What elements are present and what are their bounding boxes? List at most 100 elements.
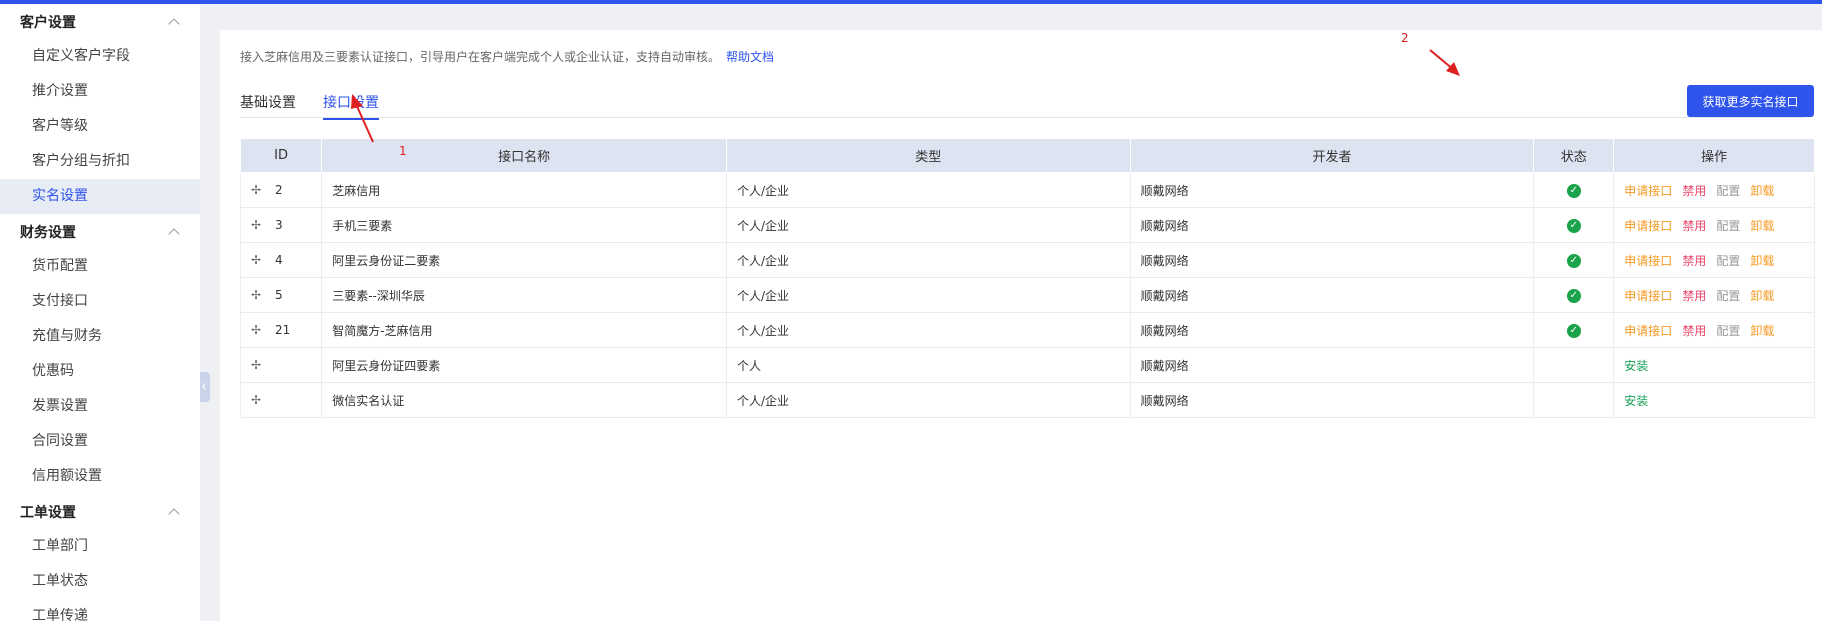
uninstall-link[interactable]: 卸载	[1750, 254, 1774, 268]
cell-developer: 顺戴网络	[1130, 207, 1535, 243]
cell-status	[1533, 382, 1615, 418]
drag-handle-icon[interactable]: ✢	[251, 253, 275, 267]
install-link[interactable]: 安装	[1624, 394, 1648, 408]
apply-interface-link[interactable]: 申请接口	[1624, 219, 1672, 233]
interface-table: ID 接口名称 类型 开发者 状态 操作 ✢ 2 芝麻信用 个人/企业 顺戴网络 ✓ 申请接…	[239, 138, 1815, 418]
drag-handle-icon[interactable]: ✢	[251, 183, 275, 197]
cell-name: 微信实名认证	[321, 382, 727, 418]
cell-name: 手机三要素	[321, 207, 727, 243]
apply-interface-link[interactable]: 申请接口	[1624, 254, 1672, 268]
sidebar-menu-item[interactable]: 货币配置	[0, 249, 200, 284]
sidebar-menu-item[interactable]: 发票设置	[0, 389, 200, 424]
col-header-developer: 开发者	[1129, 138, 1535, 173]
drag-handle-icon[interactable]: ✢	[251, 393, 275, 407]
disable-link[interactable]: 禁用	[1682, 289, 1706, 303]
disable-link[interactable]: 禁用	[1682, 184, 1706, 198]
sidebar-menu-item[interactable]: 合同设置	[0, 424, 200, 459]
config-link[interactable]: 配置	[1716, 184, 1740, 198]
cell-developer: 顺戴网络	[1130, 172, 1535, 208]
sidebar-group-title: 工单设置	[20, 504, 76, 521]
get-more-interfaces-button[interactable]: 获取更多实名接口	[1687, 85, 1814, 117]
uninstall-link[interactable]: 卸载	[1750, 184, 1774, 198]
table-header-row: ID 接口名称 类型 开发者 状态 操作	[239, 138, 1815, 173]
sidebar-group-header[interactable]: 财务设置	[0, 214, 200, 249]
disable-link[interactable]: 禁用	[1682, 254, 1706, 268]
cell-developer: 顺戴网络	[1130, 277, 1535, 313]
drag-handle-icon[interactable]: ✢	[251, 288, 275, 302]
sidebar-menu-item[interactable]: 客户分组与折扣	[0, 144, 200, 179]
sidebar-menu-item[interactable]: 充值与财务	[0, 319, 200, 354]
status-enabled-icon: ✓	[1566, 254, 1581, 268]
chevron-up-icon[interactable]	[168, 227, 180, 240]
page-description: 接入芝麻信用及三要素认证接口，引导用户在客户端完成个人或企业认证，支持自动审核。…	[240, 48, 774, 65]
cell-id: ✢ 2	[239, 172, 323, 208]
sidebar-menu-item[interactable]: 客户等级	[0, 109, 200, 144]
sidebar-group-header[interactable]: 工单设置	[0, 494, 200, 529]
config-link[interactable]: 配置	[1716, 219, 1740, 233]
sidebar-menu-item[interactable]: 工单部门	[0, 529, 200, 564]
config-link[interactable]: 配置	[1716, 324, 1740, 338]
cell-actions: 安装	[1613, 347, 1815, 383]
uninstall-link[interactable]: 卸载	[1750, 289, 1774, 303]
annotation-number-2: 2	[1401, 31, 1409, 45]
cell-type: 个人/企业	[726, 172, 1131, 208]
cell-developer: 顺戴网络	[1130, 312, 1535, 348]
row-id: 2	[275, 183, 283, 197]
apply-interface-link[interactable]: 申请接口	[1624, 184, 1672, 198]
sidebar-menu-item[interactable]: 推介设置	[0, 74, 200, 109]
chevron-up-icon[interactable]	[168, 17, 180, 30]
row-id: 3	[275, 218, 283, 232]
annotation-arrow-2	[1429, 49, 1460, 76]
config-link[interactable]: 配置	[1716, 254, 1740, 268]
chevron-up-icon[interactable]	[168, 507, 180, 520]
disable-link[interactable]: 禁用	[1682, 219, 1706, 233]
drag-handle-icon[interactable]: ✢	[251, 358, 275, 372]
drag-handle-icon[interactable]: ✢	[251, 323, 275, 337]
cell-id: ✢ 3	[239, 207, 323, 243]
row-id: 21	[275, 323, 291, 337]
config-link[interactable]: 配置	[1716, 289, 1740, 303]
table-row: ✢ 2 芝麻信用 个人/企业 顺戴网络 ✓ 申请接口 禁用 配置 卸载	[239, 172, 1815, 208]
sidebar-menu-item[interactable]: 支付接口	[0, 284, 200, 319]
sidebar-menu-item[interactable]: 优惠码	[0, 354, 200, 389]
drag-handle-icon[interactable]: ✢	[251, 218, 275, 232]
table-row: ✢ 阿里云身份证四要素 个人 顺戴网络 安装	[239, 347, 1815, 383]
status-enabled-icon: ✓	[1566, 324, 1581, 338]
cell-id: ✢ 4	[239, 242, 323, 278]
sidebar-group-title: 客户设置	[20, 14, 76, 31]
sidebar-menu-item[interactable]: 自定义客户字段	[0, 39, 200, 74]
sidebar-menu-item[interactable]: 工单传递	[0, 599, 200, 621]
row-id: 5	[275, 288, 283, 302]
apply-interface-link[interactable]: 申请接口	[1624, 324, 1672, 338]
cell-type: 个人/企业	[726, 312, 1131, 348]
disable-link[interactable]: 禁用	[1682, 324, 1706, 338]
sidebar-group-header[interactable]: 客户设置	[0, 4, 200, 39]
settings-sidebar: 客户设置自定义客户字段 推介设置 客户等级 客户分组与折扣 实名设置财务设置货币配置 支付…	[0, 4, 200, 621]
help-doc-link[interactable]: 帮助文档	[726, 50, 774, 64]
tab-bar: 基础设置 接口设置	[240, 92, 1805, 120]
sidebar-collapse-handle[interactable]	[200, 372, 210, 402]
cell-type: 个人	[726, 347, 1131, 383]
cell-actions: 申请接口 禁用 配置 卸载	[1613, 207, 1815, 243]
install-link[interactable]: 安装	[1624, 359, 1648, 373]
uninstall-link[interactable]: 卸载	[1750, 324, 1774, 338]
table-row: ✢ 5 三要素--深圳华辰 个人/企业 顺戴网络 ✓ 申请接口 禁用 配置 卸载	[239, 277, 1815, 313]
sidebar-menu-item[interactable]: 信用额设置	[0, 459, 200, 494]
annotation-number-1: 1	[399, 144, 407, 158]
sidebar-group-title: 财务设置	[20, 224, 76, 241]
cell-status: ✓	[1533, 277, 1615, 313]
cell-id: ✢ 5	[239, 277, 323, 313]
cell-status: ✓	[1533, 312, 1615, 348]
status-enabled-icon: ✓	[1566, 184, 1581, 198]
cell-type: 个人/企业	[726, 382, 1131, 418]
sidebar-menu-item[interactable]: 工单状态	[0, 564, 200, 599]
cell-name: 智简魔方-芝麻信用	[321, 312, 727, 348]
cell-actions: 申请接口 禁用 配置 卸载	[1613, 277, 1815, 313]
uninstall-link[interactable]: 卸载	[1750, 219, 1774, 233]
tab-basic-settings[interactable]: 基础设置	[240, 92, 296, 118]
apply-interface-link[interactable]: 申请接口	[1624, 289, 1672, 303]
sidebar-menu-item[interactable]: 实名设置	[0, 179, 200, 214]
cell-status: ✓	[1533, 172, 1615, 208]
cell-developer: 顺戴网络	[1130, 347, 1535, 383]
cell-type: 个人/企业	[726, 207, 1131, 243]
